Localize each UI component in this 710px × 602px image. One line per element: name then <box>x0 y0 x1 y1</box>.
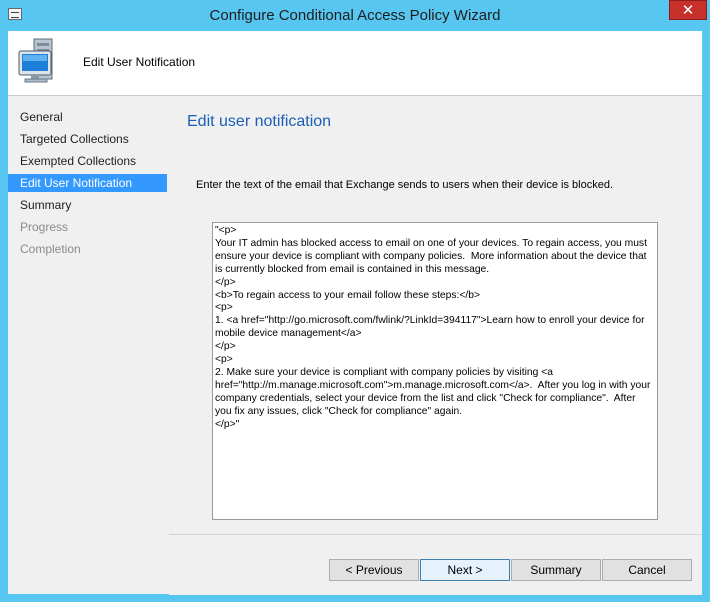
wizard-header: Edit User Notification <box>8 31 702 96</box>
sidebar-item-targeted-collections[interactable]: Targeted Collections <box>8 130 167 148</box>
wizard-footer: < Previous Next > Summary Cancel <box>169 534 702 595</box>
sidebar-item-summary[interactable]: Summary <box>8 196 167 214</box>
computer-icon <box>18 38 53 83</box>
wizard-steps-sidebar: General Targeted Collections Exempted Co… <box>8 96 168 594</box>
summary-button[interactable]: Summary <box>511 559 601 581</box>
sidebar-item-edit-user-notification[interactable]: Edit User Notification <box>8 174 167 192</box>
window-title: Configure Conditional Access Policy Wiza… <box>209 7 501 24</box>
instruction-text: Enter the text of the email that Exchang… <box>196 179 614 191</box>
main-content: Edit user notification Enter the text of… <box>169 96 702 534</box>
cancel-button[interactable]: Cancel <box>602 559 692 581</box>
email-text-editor[interactable]: "<p> Your IT admin has blocked access to… <box>212 222 658 520</box>
next-button[interactable]: Next > <box>420 559 510 581</box>
sidebar-item-exempted-collections[interactable]: Exempted Collections <box>8 152 167 170</box>
header-title: Edit User Notification <box>83 55 196 69</box>
sidebar-item-progress: Progress <box>20 220 69 234</box>
close-button[interactable]: ✕ <box>669 0 707 20</box>
sidebar-item-completion: Completion <box>20 242 81 256</box>
page-title: Edit user notification <box>187 113 332 130</box>
email-text-content[interactable]: "<p> Your IT admin has blocked access to… <box>213 223 657 432</box>
wizard-window: Edit User Notification General Targeted … <box>8 31 702 595</box>
previous-button[interactable]: < Previous <box>329 559 419 581</box>
title-bar[interactable]: Configure Conditional Access Policy Wiza… <box>0 0 710 32</box>
sidebar-item-general[interactable]: General <box>8 108 167 126</box>
